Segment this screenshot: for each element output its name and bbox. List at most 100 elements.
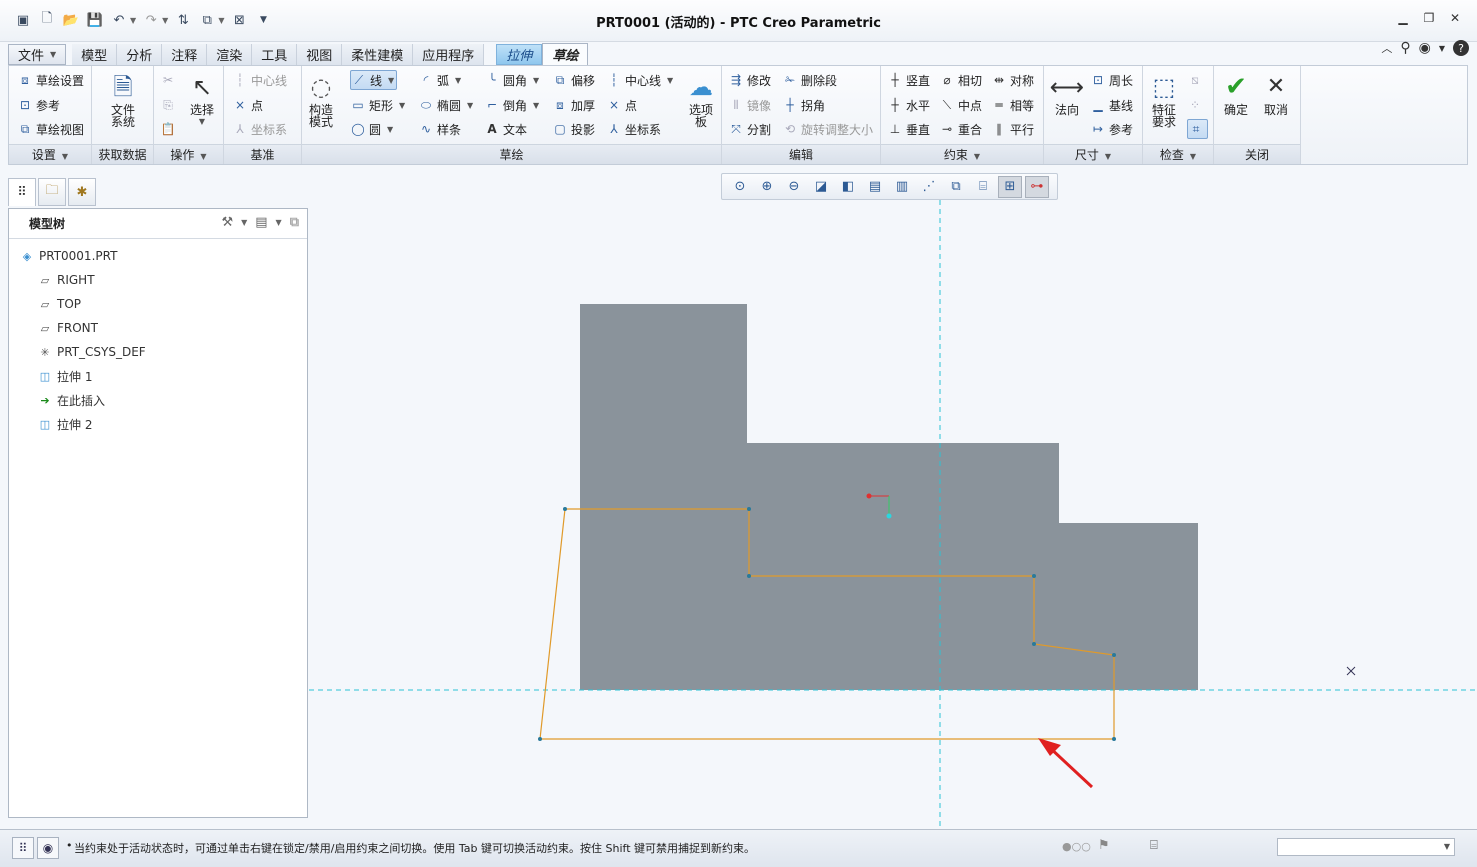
tangent-constraint-button[interactable]: ⌀ 相切 (939, 70, 982, 90)
ellipse-button[interactable]: ⬭ 椭圆 ▼ (418, 95, 473, 115)
offset-button[interactable]: ⧉ 偏移 (552, 70, 595, 90)
copy-button[interactable]: ⎘ (160, 95, 179, 115)
tab-annotate[interactable]: 注释 (162, 44, 208, 65)
palette-button[interactable]: ☁ 选项板 (684, 70, 718, 128)
folder-browser-tab[interactable]: 🗀 (38, 178, 66, 206)
sketch-centerline-button[interactable]: ┆ 中心线 ▼ (606, 70, 673, 90)
chevron-down-icon[interactable]: ▼ (241, 218, 247, 227)
chevron-down-icon[interactable]: ▼ (1439, 44, 1445, 53)
reference-dimension-button[interactable]: ↦ 参考 (1090, 119, 1133, 139)
tree-item-insert-here[interactable]: ➔ 在此插入 (37, 391, 105, 409)
symmetric-constraint-button[interactable]: ⇹ 对称 (991, 70, 1034, 90)
datum-point-button[interactable]: × 点 (232, 95, 263, 115)
equal-constraint-button[interactable]: ═ 相等 (991, 95, 1034, 115)
model-tree-tab[interactable]: ⠿ (8, 178, 36, 206)
parallel-constraint-button[interactable]: ∥ 平行 (991, 119, 1034, 139)
file-system-button[interactable]: 🗎 文件 系统 (104, 70, 142, 128)
paste-button[interactable]: 📋 (160, 119, 179, 139)
ok-button[interactable]: ✔ 确定 (1220, 70, 1252, 116)
tab-tools[interactable]: 工具 (252, 44, 298, 65)
feature-requirements-button[interactable]: ⬚ 特征 要求 (1147, 70, 1181, 128)
group-operations-label[interactable]: 操作 ▼ (154, 144, 223, 164)
sketch-csys-button[interactable]: ⅄ 坐标系 (606, 119, 661, 139)
midpoint-constraint-button[interactable]: ⟍ 中点 (939, 95, 982, 115)
navigator-tabs: ⠿ 🗀 ✱ (8, 178, 96, 208)
references-button[interactable]: ⊡ 参考 (17, 95, 60, 115)
overlapping-geometry-button[interactable]: ⧅ (1187, 70, 1206, 90)
show-icon[interactable]: ▤ (255, 215, 267, 230)
tab-flexible-modeling[interactable]: 柔性建模 (342, 44, 414, 65)
tab-applications[interactable]: 应用程序 (413, 44, 485, 65)
thicken-button[interactable]: ⧈ 加厚 (552, 95, 595, 115)
fillet-button[interactable]: ╰ 圆角 ▼ (484, 70, 539, 90)
show-navigator-icon[interactable]: ⠿ (12, 837, 34, 859)
tab-render[interactable]: 渲染 (207, 44, 253, 65)
tree-item-front[interactable]: ▱ FRONT (37, 319, 98, 337)
horizontal-constraint-button[interactable]: ┼ 水平 (887, 95, 930, 115)
tab-extrude[interactable]: 拉伸 (496, 44, 543, 65)
tree-item-right[interactable]: ▱ RIGHT (37, 271, 95, 289)
tree-item-top[interactable]: ▱ TOP (37, 295, 81, 313)
sketch-view-button[interactable]: ⧉ 草绘视图 (17, 119, 84, 139)
show-browser-icon[interactable]: ◉ (37, 837, 59, 859)
datum-csys-button[interactable]: ⅄ 坐标系 (232, 119, 287, 139)
selection-filter-dropdown[interactable]: ▼ (1277, 838, 1455, 856)
spline-button[interactable]: ∿ 样条 (418, 119, 461, 139)
group-setup-label[interactable]: 设置 ▼ (9, 144, 91, 164)
tab-model[interactable]: 模型 (72, 44, 118, 65)
normal-dimension-button[interactable]: ⟷ 法向 (1050, 70, 1084, 116)
search-icon[interactable]: ⚲ (1400, 40, 1410, 56)
vertical-constraint-button[interactable]: ┼ 竖直 (887, 70, 930, 90)
coincident-constraint-button[interactable]: ⊸ 重合 (939, 119, 982, 139)
arc-button[interactable]: ◜ 弧 ▼ (418, 70, 462, 90)
tree-item-part[interactable]: ◈ PRT0001.PRT (19, 247, 118, 265)
modify-button[interactable]: ⇶ 修改 (728, 70, 771, 90)
close-button[interactable]: ✕ (1444, 10, 1466, 26)
minimize-button[interactable]: ▁ (1392, 10, 1414, 26)
favorites-tab[interactable]: ✱ (68, 178, 96, 206)
datum-centerline-button[interactable]: ┆ 中心线 (232, 70, 287, 90)
tree-item-extrude-1[interactable]: ◫ 拉伸 1 (37, 367, 93, 385)
tab-file[interactable]: 文件 ▼ (8, 44, 67, 65)
mirror-button[interactable]: ⫴ 镜像 (728, 95, 771, 115)
sketch-point-button[interactable]: × 点 (606, 95, 637, 115)
rotate-resize-button[interactable]: ⟲ 旋转调整大小 (782, 119, 873, 139)
construction-mode-button[interactable]: ◌ 构造 模式 (306, 70, 336, 128)
sketch-setup-button[interactable]: ⧈ 草绘设置 (17, 70, 84, 90)
corner-button[interactable]: ┼ 拐角 (782, 95, 825, 115)
group-inspect-label[interactable]: 检查 ▼ (1143, 144, 1213, 164)
maximize-button[interactable]: ❐ (1418, 10, 1440, 26)
divide-button[interactable]: ⤧ 分割 (728, 119, 771, 139)
chevron-down-icon[interactable]: ▼ (276, 218, 282, 227)
perpendicular-constraint-button[interactable]: ⊥ 垂直 (887, 119, 930, 139)
graphics-area[interactable] (309, 165, 1477, 828)
find-icon[interactable]: ⌸ (1150, 838, 1158, 853)
tree-filter-icon[interactable]: ⧉ (290, 215, 299, 230)
group-dimension-label[interactable]: 尺寸 ▼ (1044, 144, 1142, 164)
tab-sketch[interactable]: 草绘 (542, 43, 589, 65)
cut-button[interactable]: ✂ (160, 70, 179, 90)
community-icon[interactable]: ◉ (1419, 40, 1431, 56)
delete-segment-button[interactable]: ✁ 删除段 (782, 70, 837, 90)
group-constrain-label[interactable]: 约束 ▼ (881, 144, 1043, 164)
perimeter-button[interactable]: ⊡ 周长 (1090, 70, 1133, 90)
tab-analysis[interactable]: 分析 (117, 44, 163, 65)
chamfer-button[interactable]: ⌐ 倒角 ▼ (484, 95, 539, 115)
select-button[interactable]: ↖ 选择 ▼ (186, 70, 218, 128)
tree-item-extrude-2[interactable]: ◫ 拉伸 2 (37, 415, 93, 433)
shade-closed-loops-button[interactable]: ⌗ (1187, 119, 1208, 139)
cancel-button[interactable]: ✕ 取消 (1260, 70, 1292, 117)
circle-button[interactable]: ◯ 圆 ▼ (350, 119, 393, 139)
baseline-button[interactable]: ▁ 基线 (1090, 95, 1133, 115)
rectangle-button[interactable]: ▭ 矩形 ▼ (350, 95, 405, 115)
collapse-ribbon-icon[interactable]: ︿ (1381, 40, 1392, 56)
project-button[interactable]: ▢ 投影 (552, 119, 595, 139)
flag-icon[interactable]: ⚑ (1098, 838, 1110, 853)
help-icon[interactable]: ? (1453, 40, 1469, 56)
tree-item-csys[interactable]: ✳ PRT_CSYS_DEF (37, 343, 145, 361)
tab-view[interactable]: 视图 (297, 44, 343, 65)
line-button[interactable]: ⟋ 线 ▼ (350, 70, 398, 90)
tree-settings-icon[interactable]: ⚒ (221, 215, 233, 230)
highlight-open-ends-button[interactable]: ⁘ (1187, 95, 1206, 115)
text-button[interactable]: A 文本 (484, 119, 527, 139)
